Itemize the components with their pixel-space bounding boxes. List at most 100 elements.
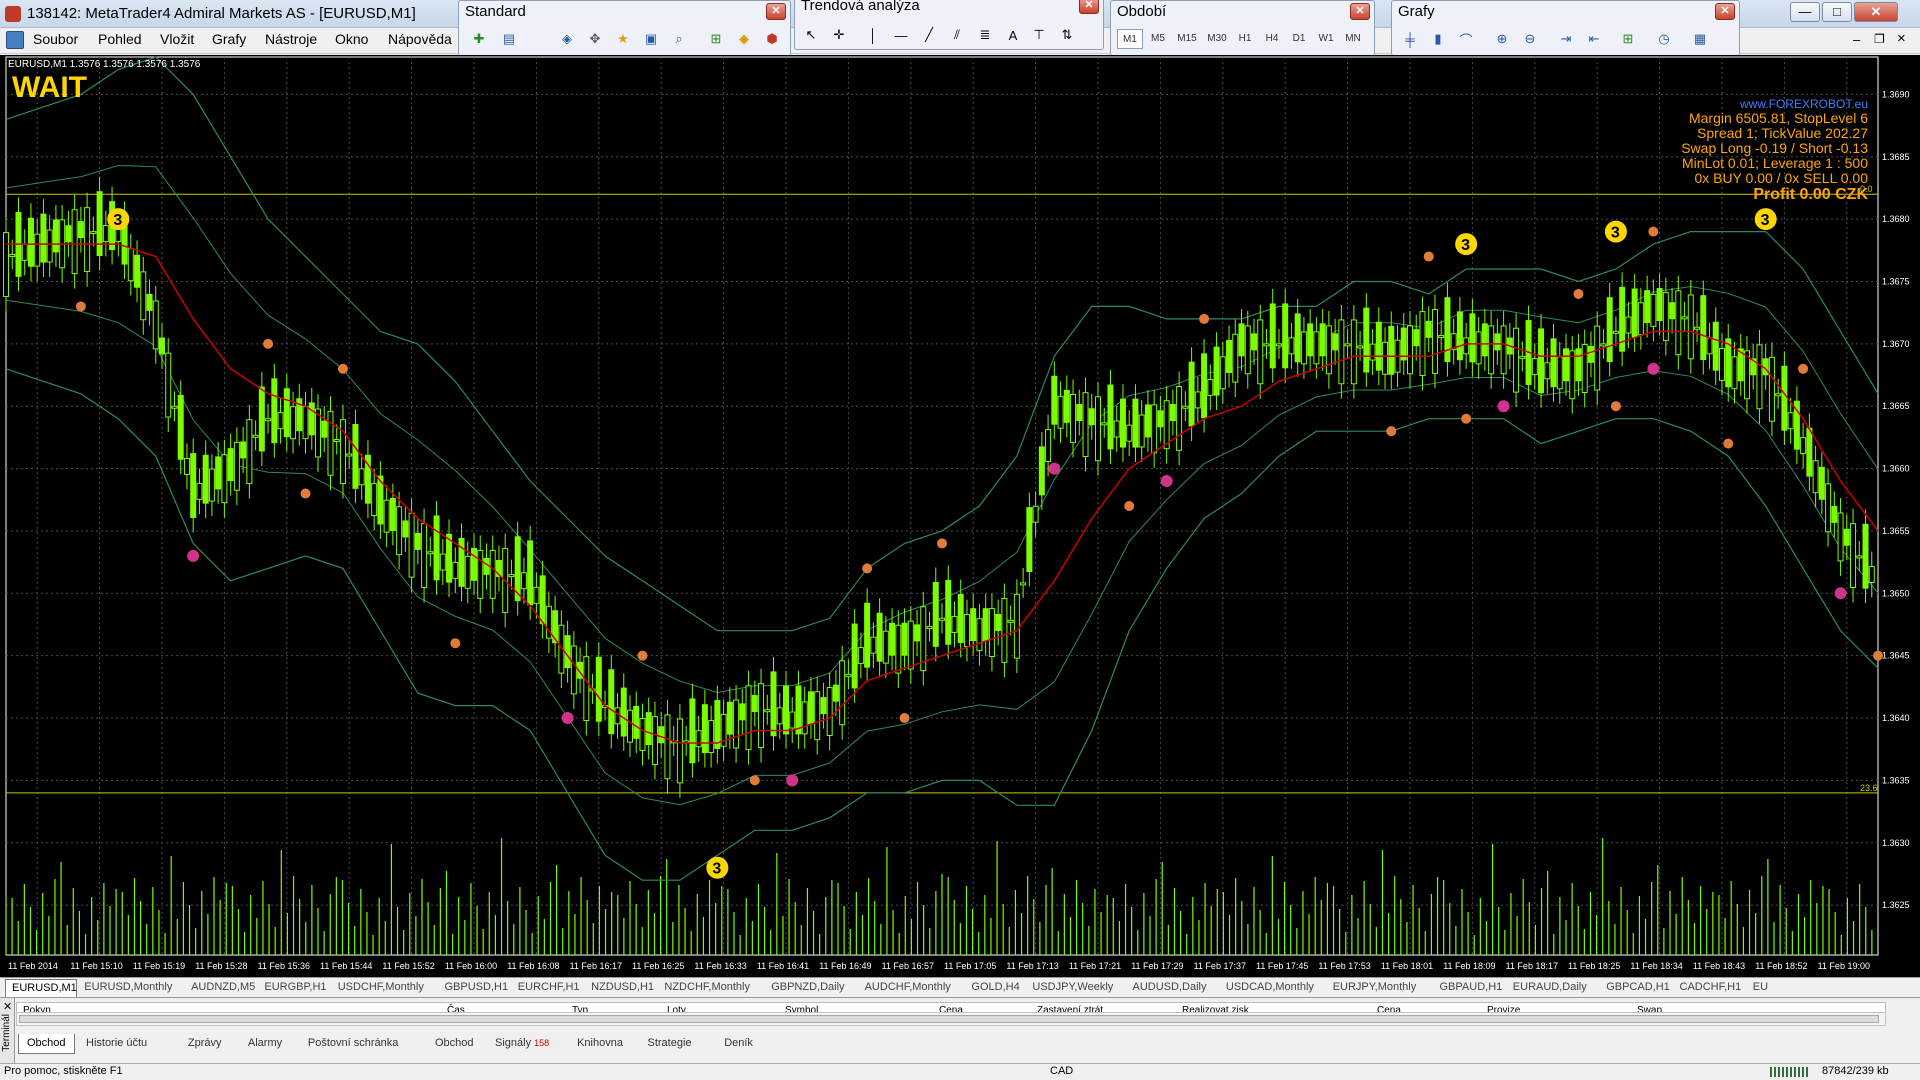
period-m5-button[interactable]: M5 (1145, 29, 1171, 49)
menu-file[interactable]: Soubor (33, 31, 78, 47)
toolbar-close-button[interactable]: ✕ (1715, 3, 1735, 20)
trendline-icon[interactable]: ╱ (919, 25, 939, 45)
chart-tab[interactable]: GBPCAD,H1 (1600, 979, 1672, 997)
document-icon[interactable] (6, 31, 24, 49)
terminal-icon[interactable]: ▣ (641, 29, 661, 49)
text-tool-icon[interactable]: A (1003, 25, 1023, 45)
cursor-icon[interactable]: ↖ (801, 25, 821, 45)
chart-tab[interactable]: NZDUSD,H1 (585, 979, 657, 997)
terminal-tab[interactable]: Knihovna (569, 1034, 631, 1054)
candle-body (1862, 523, 1869, 589)
candle-body (1513, 327, 1520, 393)
favorites-icon[interactable]: ★ (613, 29, 633, 49)
menu-charts[interactable]: Grafy (212, 31, 246, 47)
text-label-icon[interactable]: ⊤ (1029, 25, 1049, 45)
price-chart[interactable]: 1.3690 1.3685 1.3680 1.3675 1.3670 1.3665 1.36… (0, 55, 1920, 977)
chart-tab[interactable]: EURCHF,H1 (512, 979, 584, 997)
channel-icon[interactable]: ⫽ (947, 25, 967, 45)
toolbar-close-button[interactable]: ✕ (1079, 0, 1099, 14)
new-chart-icon[interactable]: ✚ (469, 29, 489, 49)
chart-tab[interactable]: NZDCHF,Monthly (658, 979, 764, 997)
chart-tab[interactable]: EURGBP,H1 (258, 979, 330, 997)
scrollbar-thumb[interactable] (19, 1015, 1879, 1023)
terminal-tab[interactable]: Signály 158 (487, 1034, 557, 1054)
profiles-icon[interactable]: ▤ (499, 29, 519, 49)
terminal-close-icon[interactable]: ✕ (3, 1000, 12, 1013)
navigator-icon[interactable]: ✥ (585, 29, 605, 49)
chart-shift-icon[interactable]: ⇤ (1584, 29, 1604, 49)
terminal-tab[interactable]: Obchod (427, 1034, 482, 1054)
menu-help[interactable]: Nápověda (388, 31, 452, 47)
terminal-tab[interactable]: Deník (716, 1034, 761, 1054)
chart-tab[interactable]: EURUSD,M1 (5, 979, 78, 997)
chart-tab[interactable]: CADCHF,H1 (1674, 979, 1746, 997)
period-m30-button[interactable]: M30 (1202, 29, 1232, 49)
tester-icon[interactable]: ⌕ (669, 29, 689, 49)
candle-body (1219, 356, 1226, 390)
zoom-in-icon[interactable]: ⊕ (1492, 29, 1512, 49)
maximize-button[interactable]: □ (1822, 2, 1852, 22)
fibonacci-icon[interactable]: ≣ (975, 25, 995, 45)
zoom-out-icon[interactable]: ⊖ (1520, 29, 1540, 49)
terminal-tab[interactable]: Obchod (18, 1034, 75, 1054)
period-h4-button[interactable]: H4 (1259, 29, 1285, 49)
chart-tab[interactable]: USDCAD,Monthly (1220, 979, 1326, 997)
terminal-tab[interactable]: Strategie (640, 1034, 700, 1054)
close-button[interactable]: ✕ (1854, 2, 1898, 22)
horizontal-scrollbar[interactable] (16, 1012, 1886, 1026)
new-order-icon[interactable]: ⊞ (706, 29, 726, 49)
minimize-button[interactable]: — (1790, 2, 1820, 22)
chart-tab[interactable]: USDJPY,Weekly (1026, 979, 1125, 997)
doc-restore-button[interactable]: ❐ (1874, 32, 1885, 46)
chart-tab[interactable]: EURUSD,Monthly (78, 979, 184, 997)
arrows-icon[interactable]: ⇅ (1057, 25, 1077, 45)
period-m1-button[interactable]: M1 (1117, 29, 1143, 49)
chart-tab[interactable]: AUDUSD,Daily (1127, 979, 1219, 997)
chart-tab[interactable]: AUDNZD,M5 (185, 979, 257, 997)
terminal-tab-label: Strategie (647, 1037, 692, 1049)
candle-body (1388, 325, 1395, 375)
terminal-tab[interactable]: Poštovní schránka (300, 1034, 407, 1054)
chart-tab[interactable]: GBPAUD,H1 (1434, 979, 1506, 997)
chart-tab[interactable]: USDCHF,Monthly (332, 979, 438, 997)
chart-tab[interactable]: EU (1747, 979, 1807, 997)
period-mn-button[interactable]: MN (1340, 29, 1366, 49)
menu-tools[interactable]: Nástroje (265, 31, 317, 47)
line-chart-icon[interactable]: ⌒ (1456, 29, 1476, 49)
candlesticks-icon[interactable]: ▮ (1428, 29, 1448, 49)
metaeditor-icon[interactable]: ◆ (734, 29, 754, 49)
doc-close-button[interactable]: × (1897, 30, 1906, 47)
chart-tab[interactable]: AUDCHF,Monthly (859, 979, 965, 997)
period-d1-button[interactable]: D1 (1286, 29, 1312, 49)
indicators-icon[interactable]: ⊞ (1618, 29, 1638, 49)
candle-body (620, 687, 627, 737)
periods-clock-icon[interactable]: ◷ (1654, 29, 1674, 49)
terminal-tab[interactable]: Zprávy (180, 1034, 230, 1054)
templates-icon[interactable]: ▦ (1690, 29, 1710, 49)
period-m15-button[interactable]: M15 (1172, 29, 1202, 49)
menu-insert[interactable]: Vložit (160, 31, 194, 47)
chart-tab[interactable]: EURAUD,Daily (1507, 979, 1599, 997)
menu-view[interactable]: Pohled (98, 31, 142, 47)
period-w1-button[interactable]: W1 (1313, 29, 1339, 49)
chart-tab[interactable]: EURJPY,Monthly (1327, 979, 1433, 997)
crosshair-icon[interactable]: ✛ (829, 25, 849, 45)
horizontal-line-icon[interactable]: — (891, 25, 911, 45)
doc-minimize-button[interactable]: – (1853, 32, 1860, 47)
vertical-line-icon[interactable]: │ (863, 25, 883, 45)
autotrading-icon[interactable]: ⬢ (762, 29, 782, 49)
market-watch-icon[interactable]: ◈ (557, 29, 577, 49)
terminal-tab[interactable]: Alarmy (240, 1034, 290, 1054)
toolbar-close-button[interactable]: ✕ (766, 3, 786, 20)
chart-tab[interactable]: GBPNZD,Daily (765, 979, 857, 997)
bar-chart-icon[interactable]: ╪ (1400, 29, 1420, 49)
chart-tab[interactable]: GBPUSD,H1 (439, 979, 511, 997)
period-h1-button[interactable]: H1 (1232, 29, 1258, 49)
menu-window[interactable]: Okno (335, 31, 368, 47)
terminal-tab[interactable]: Historie účtu (78, 1034, 155, 1054)
chart-tab[interactable]: GOLD,H4 (965, 979, 1025, 997)
auto-scroll-icon[interactable]: ⇥ (1556, 29, 1576, 49)
chart-canvas[interactable]: 1.3690 1.3685 1.3680 1.3675 1.3670 1.3665 1.36… (0, 55, 1920, 977)
toolbar-close-button[interactable]: ✕ (1350, 3, 1370, 20)
candle-body (215, 456, 222, 490)
